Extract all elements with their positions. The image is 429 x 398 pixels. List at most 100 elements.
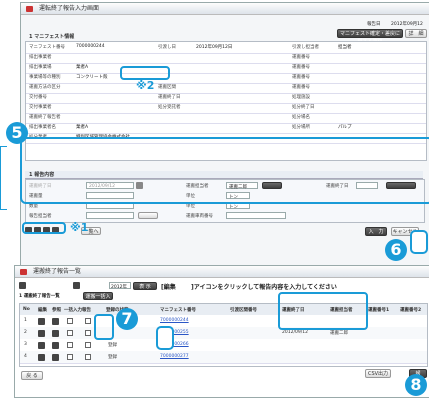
filter-icon-1[interactable]: [19, 282, 26, 289]
edit-icon[interactable]: [38, 342, 45, 349]
instruction-text: [編集: [161, 284, 176, 291]
label-right-3: 運搬番号: [292, 75, 310, 80]
value-mid-0: 2012年09月12日: [196, 45, 233, 50]
label-left-2: 排出事業場: [29, 65, 52, 70]
input-section-highlight: [20, 137, 429, 204]
report-date-value: 2012年09月12: [391, 22, 423, 27]
manifest-link[interactable]: 7000000244: [160, 318, 189, 323]
filter-bar: 2012年 表 示 [編集 ]アイコンをクリックして報告内容を入力してください: [19, 281, 426, 291]
view-icon[interactable]: [52, 354, 59, 361]
header-3: 一括入力: [64, 308, 82, 313]
label-mid-6: 処分受託者: [158, 105, 181, 110]
grid-line: [26, 103, 426, 104]
detail-button[interactable]: 詳 細: [405, 29, 427, 38]
row-status: 登録: [108, 355, 117, 360]
label-right-1: 運搬番号: [292, 55, 310, 60]
grid-line: [26, 93, 426, 94]
grid-line: [26, 113, 426, 114]
grid-line: [26, 63, 426, 64]
transport-end-date: 2012/09/12: [282, 330, 308, 335]
label-left-1: 排出事業者: [29, 55, 52, 60]
note-1: ※1: [70, 221, 89, 234]
note-2: ※2: [136, 79, 155, 92]
label-mid-4: 運搬区間: [158, 85, 176, 90]
bulk-checkbox[interactable]: [67, 318, 73, 324]
row-number: 3: [24, 342, 27, 347]
grid-line: [26, 133, 426, 134]
csv-export-button[interactable]: CSV出力: [365, 369, 391, 378]
label-left-8: 排出事業者名: [29, 125, 56, 130]
row-number: 4: [24, 354, 27, 359]
row-number: 1: [24, 318, 27, 323]
label-left-6: 交付事業者: [29, 105, 52, 110]
report-list-window: 運搬終了報告一覧 2012年 表 示 [編集 ]アイコンをクリックして報告内容を…: [14, 265, 429, 398]
header-0: No: [23, 307, 30, 312]
view-icon[interactable]: [52, 342, 59, 349]
header-2: 参照: [52, 308, 61, 313]
value-right-0: 担当者: [338, 45, 352, 50]
app-icon: [26, 6, 33, 12]
ok-button[interactable]: 入 力: [365, 227, 387, 236]
label-mid-0: 引渡し日: [158, 45, 176, 50]
filter-icon-2[interactable]: [73, 282, 80, 289]
manifest-highlight: [120, 66, 170, 80]
label-left-3: 事業場等の種別: [29, 75, 61, 80]
edit-icon[interactable]: [38, 318, 45, 325]
list-window-title: 運搬終了報告一覧: [33, 268, 82, 275]
list-title-bar: 運搬終了報告一覧: [15, 266, 429, 278]
row-number: 2: [24, 330, 27, 335]
label-right-5: 処理施設: [292, 95, 310, 100]
label-left-5: 交付番号: [29, 95, 47, 100]
vehicle-number-input[interactable]: [226, 212, 286, 219]
manifest-section-header: 1 マニフェスト情報: [29, 34, 75, 40]
label-right-0: 引渡し担当者: [292, 45, 319, 50]
decorative-bracket: [0, 146, 7, 210]
step-1-highlight: [22, 222, 66, 234]
manifest-contact-button[interactable]: マニフェスト確定・差戻に関する連絡: [337, 29, 403, 45]
value-left-8: 業者A: [76, 125, 89, 130]
date-column-highlight: [278, 292, 368, 330]
report-date-label: 報告日: [367, 22, 381, 27]
grid-line: [26, 73, 426, 74]
transport-person: 運搬二郎: [330, 331, 348, 336]
display-button[interactable]: 表 示: [133, 282, 157, 290]
value-right-8: パルプ: [338, 125, 352, 130]
filter-date-select[interactable]: 2012年: [109, 282, 131, 290]
view-icon[interactable]: [52, 330, 59, 337]
row-status: 登録: [108, 343, 117, 348]
label-right-6: 処分終了日: [292, 105, 315, 110]
step-6-badge: 6: [385, 239, 407, 261]
label-mid-5: 運搬終了日: [158, 95, 181, 100]
header-1: 編集: [38, 308, 47, 313]
view-icon[interactable]: [52, 318, 59, 325]
grid-line: [26, 123, 426, 124]
reporter-select-button[interactable]: [138, 212, 158, 219]
manifest-link[interactable]: 7000000277: [160, 354, 189, 359]
edit-icon[interactable]: [38, 330, 45, 337]
report-checkbox[interactable]: [85, 330, 91, 336]
step-7-badge: 7: [116, 308, 138, 330]
cursor-icon: [410, 230, 428, 254]
reporter-input[interactable]: [86, 212, 134, 219]
bulk-checkbox[interactable]: [67, 330, 73, 336]
header-4: 報告: [82, 308, 91, 313]
label-left-0: マニフェスト番号: [29, 45, 65, 50]
bulk-input-button[interactable]: 運搬一括入力: [83, 292, 113, 308]
value-left-0: 7000000244: [76, 44, 105, 49]
edit-icon[interactable]: [38, 354, 45, 361]
value-left-2: 業者A: [76, 65, 89, 70]
label-right-4: 運搬番号: [292, 85, 310, 90]
header-6: マニフェスト番号: [160, 308, 196, 313]
window-title: 運転終了報告入力画面: [39, 5, 100, 12]
grid-line: [26, 83, 426, 84]
report-checkbox[interactable]: [85, 354, 91, 360]
report-checkbox[interactable]: [85, 318, 91, 324]
header-11: 運搬番号2: [400, 308, 422, 313]
window-title-bar: 運転終了報告入力画面: [21, 3, 429, 15]
bulk-checkbox[interactable]: [67, 342, 73, 348]
report-checkbox[interactable]: [85, 342, 91, 348]
cursor-icon-2: [156, 326, 174, 350]
bulk-checkbox[interactable]: [67, 354, 73, 360]
value-left-3: コンクリート殻: [76, 75, 108, 80]
back-button[interactable]: 戻 る: [21, 371, 43, 380]
